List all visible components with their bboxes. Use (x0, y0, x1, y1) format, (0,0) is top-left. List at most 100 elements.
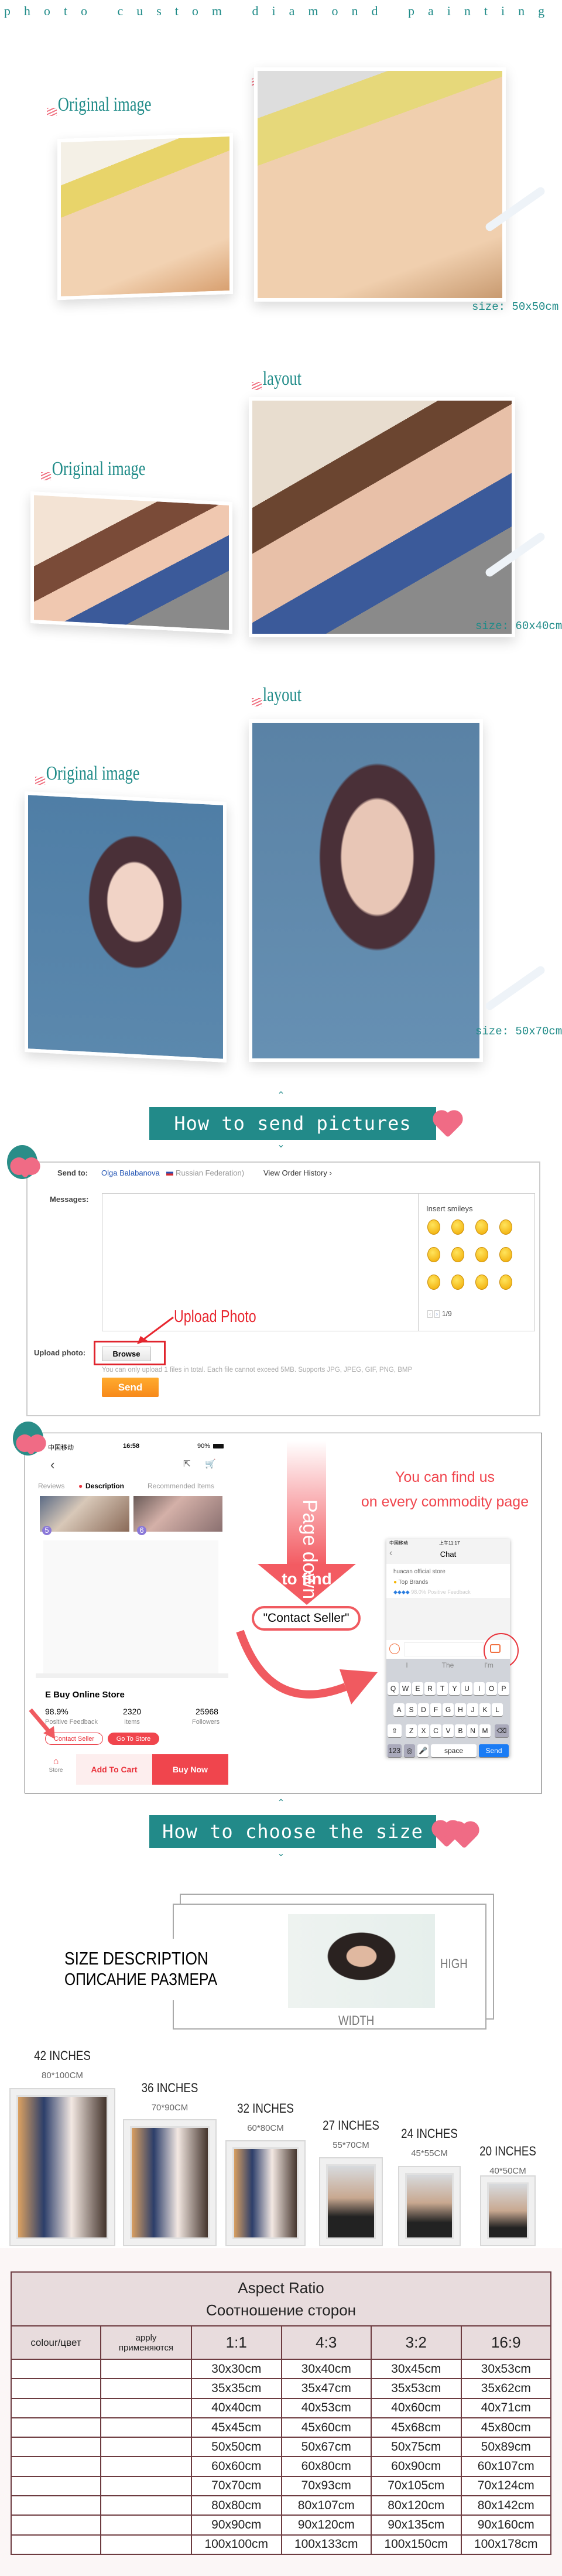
colour-cell (11, 2358, 101, 2380)
key[interactable]: N (467, 1724, 478, 1737)
key[interactable]: X (418, 1724, 429, 1737)
framed-photo (480, 2175, 536, 2246)
add-to-cart-button[interactable]: Add To Cart (76, 1754, 152, 1785)
chat-brand: ● Top Brands (393, 1579, 429, 1586)
send-button[interactable]: Send (102, 1378, 159, 1397)
key[interactable]: K (479, 1703, 491, 1716)
chat-message-input[interactable] (404, 1642, 484, 1656)
key[interactable]: Y (449, 1682, 460, 1695)
size-cell: 35x62cm (460, 2378, 551, 2399)
send-to-label: Send to: (57, 1169, 88, 1177)
tab-reviews[interactable]: Reviews (38, 1482, 64, 1490)
smiley-icon[interactable] (475, 1219, 488, 1235)
size-cell: 50x67cm (280, 2437, 372, 2458)
key[interactable]: W (400, 1682, 411, 1695)
key-123[interactable]: 123 (388, 1744, 402, 1757)
suggestion[interactable]: I'm (468, 1661, 509, 1669)
key[interactable]: O (486, 1682, 497, 1695)
insert-smileys-label: Insert smileys (426, 1204, 473, 1213)
emoji-icon[interactable] (389, 1644, 400, 1654)
share-icon[interactable]: ⇱ (183, 1458, 191, 1469)
size-cell: 45x60cm (280, 2417, 372, 2438)
key[interactable]: Z (406, 1724, 417, 1737)
size-cell: 90x120cm (280, 2514, 372, 2536)
product-image[interactable] (40, 1496, 129, 1532)
key[interactable]: L (492, 1703, 503, 1716)
key[interactable]: U (461, 1682, 472, 1695)
stat-label: Followers (192, 1719, 220, 1726)
high-label: HIGH (440, 1956, 468, 1971)
diamond-pen-icon (484, 964, 547, 1012)
smiley-icon[interactable] (499, 1219, 512, 1235)
tab-recommended-items[interactable]: Recommended Items (148, 1482, 214, 1490)
frame-cm-label: 70*90CM (151, 2103, 189, 2113)
key[interactable]: J (467, 1703, 478, 1716)
smiley-icon[interactable] (499, 1275, 512, 1290)
tab-description[interactable]: Description (85, 1482, 124, 1490)
framed-photo (398, 2166, 461, 2246)
space-key[interactable]: space (431, 1744, 477, 1757)
size-cell: 70x124cm (460, 2475, 551, 2497)
smileys-prev-button[interactable]: ‹ (427, 1310, 433, 1318)
smiley-icon[interactable] (427, 1247, 440, 1262)
table-row: 100x100cm 100x133cm 100x150cm 100x178cm (11, 2534, 551, 2555)
key[interactable]: Q (388, 1682, 399, 1695)
table-title: Aspect Ratio Соотношение сторон (11, 2271, 551, 2326)
go-to-store-button[interactable]: Go To Store (108, 1733, 159, 1745)
smiley-icon[interactable] (451, 1247, 464, 1262)
store-icon: ⌂ (53, 1757, 59, 1767)
globe-key-icon[interactable]: ◎ (404, 1744, 415, 1757)
colour-cell (11, 2495, 101, 2516)
key[interactable]: A (393, 1703, 405, 1716)
divider (36, 1673, 228, 1678)
image-number-badge: 6 (137, 1526, 146, 1535)
smiley-icon[interactable] (475, 1275, 488, 1290)
key[interactable]: C (430, 1724, 441, 1737)
key[interactable]: G (443, 1703, 454, 1716)
recipient-link[interactable]: Olga Balabanova (101, 1169, 160, 1177)
smiley-icon[interactable] (475, 1247, 488, 1262)
shift-key-icon[interactable]: ⇧ (388, 1724, 402, 1737)
contact-seller-pill: "Contact Seller" (252, 1606, 361, 1631)
smiley-icon[interactable] (499, 1247, 512, 1262)
back-icon[interactable]: ‹ (50, 1457, 54, 1473)
backspace-key-icon[interactable]: ⌫ (495, 1724, 509, 1737)
key[interactable]: M (479, 1724, 491, 1737)
key[interactable]: D (418, 1703, 429, 1716)
smileys-next-button[interactable]: › (434, 1310, 440, 1318)
suggestion[interactable]: The (427, 1661, 468, 1669)
key[interactable]: P (498, 1682, 509, 1695)
product-image[interactable] (133, 1496, 222, 1532)
layout-label: layout (252, 684, 301, 706)
message-textarea[interactable] (102, 1193, 419, 1331)
key[interactable]: H (455, 1703, 466, 1716)
size-cell: 35x35cm (191, 2378, 282, 2399)
key[interactable]: S (406, 1703, 417, 1716)
key[interactable]: R (424, 1682, 436, 1695)
smiley-icon[interactable] (427, 1275, 440, 1290)
cart-icon[interactable]: 🛒 (205, 1458, 216, 1469)
mic-key-icon[interactable]: 🎤 (417, 1744, 429, 1757)
send-key[interactable]: Send (479, 1744, 509, 1757)
smiley-icon[interactable] (451, 1219, 464, 1235)
key[interactable]: E (412, 1682, 423, 1695)
store-tab[interactable]: ⌂ Store (36, 1754, 76, 1785)
key[interactable]: I (474, 1682, 485, 1695)
size-cell: 80x142cm (460, 2495, 551, 2516)
buy-now-button[interactable]: Buy Now (152, 1754, 228, 1785)
size-cell: 30x53cm (460, 2358, 551, 2380)
size-cell: 100x178cm (460, 2534, 551, 2555)
frame-inches-label: 20 INCHES (479, 2144, 536, 2158)
size-cell: 40x60cm (371, 2397, 462, 2418)
view-order-history-link[interactable]: View Order History › (263, 1169, 332, 1177)
smiley-icon[interactable] (451, 1275, 464, 1290)
table-row: 30x30cm 30x40cm 30x45cm 30x53cm (11, 2358, 551, 2380)
browse-button[interactable]: Browse (102, 1347, 151, 1361)
key[interactable]: V (443, 1724, 454, 1737)
key[interactable]: F (430, 1703, 441, 1716)
smiley-icon[interactable] (427, 1219, 440, 1235)
upload-photo-annotation: Upload Photo (174, 1307, 256, 1326)
suggestion[interactable]: I (386, 1661, 427, 1669)
key[interactable]: T (437, 1682, 448, 1695)
key[interactable]: B (455, 1724, 466, 1737)
